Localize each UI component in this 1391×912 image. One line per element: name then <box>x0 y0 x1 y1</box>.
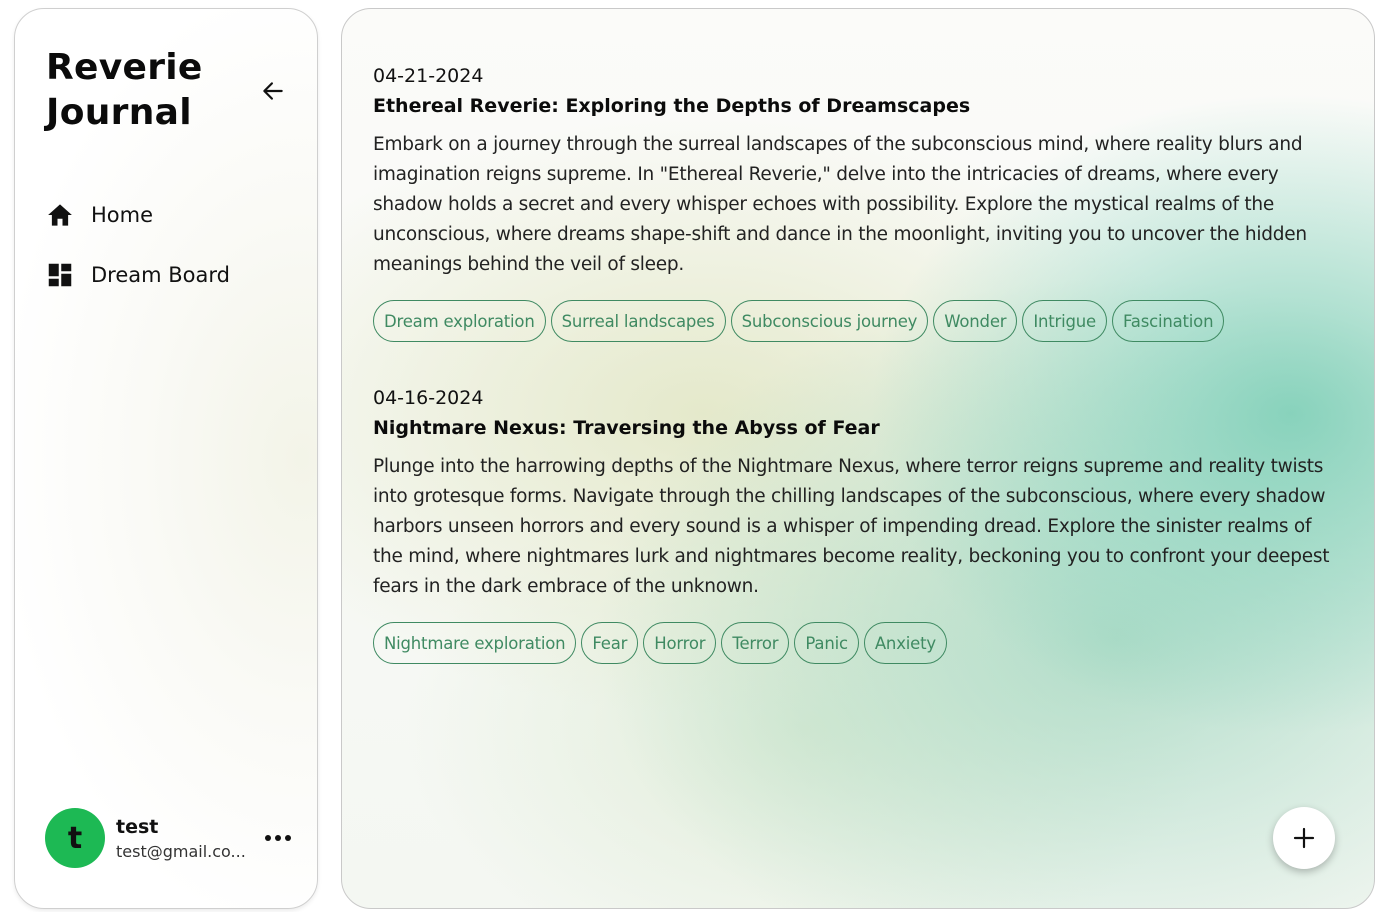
entry-date: 04-21-2024 <box>373 65 484 87</box>
tag-chip[interactable]: Wonder <box>933 300 1018 342</box>
entry-body: Plunge into the harrowing depths of the … <box>373 456 1330 597</box>
more-horizontal-icon <box>265 835 291 841</box>
tag-list: Dream exploration Surreal landscapes Sub… <box>373 300 1343 342</box>
tag-chip[interactable]: Subconscious journey <box>730 300 929 342</box>
tag-list: Nightmare exploration Fear Horror Terror… <box>373 622 1343 664</box>
tag-chip[interactable]: Anxiety <box>863 622 947 664</box>
tag-chip[interactable]: Intrigue <box>1022 300 1108 342</box>
more-options-button[interactable] <box>261 826 295 850</box>
tag-chip[interactable]: Fascination <box>1112 300 1225 342</box>
tag-chip[interactable]: Horror <box>643 622 717 664</box>
sidebar-nav: Home Dream Board <box>45 185 295 305</box>
plus-icon <box>1293 827 1315 849</box>
avatar[interactable]: t <box>45 808 105 868</box>
add-entry-button[interactable] <box>1273 807 1335 869</box>
arrow-left-icon <box>263 82 283 100</box>
journal-entry[interactable]: 04-21-2024 Ethereal Reverie: Exploring t… <box>373 62 1343 342</box>
collapse-sidebar-button[interactable] <box>255 73 291 109</box>
dashboard-icon <box>48 263 72 287</box>
entry-body: Embark on a journey through the surreal … <box>373 134 1307 275</box>
entry-title: Ethereal Reverie: Exploring the Depths o… <box>373 95 971 117</box>
tag-chip[interactable]: Terror <box>721 622 790 664</box>
tag-chip[interactable]: Dream exploration <box>373 300 546 342</box>
sidebar-item-label: Home <box>91 203 154 227</box>
tag-chip[interactable]: Nightmare exploration <box>373 622 577 664</box>
sidebar-item-dream-board[interactable]: Dream Board <box>45 245 295 305</box>
app-title: Reverie Journal <box>46 47 203 133</box>
user-name: test <box>116 815 159 838</box>
sidebar-item-home[interactable]: Home <box>45 185 295 245</box>
journal-entry[interactable]: 04-16-2024 Nightmare Nexus: Traversing t… <box>373 384 1343 664</box>
tag-chip[interactable]: Panic <box>794 622 859 664</box>
tag-chip[interactable]: Fear <box>581 622 639 664</box>
tag-chip[interactable]: Surreal landscapes <box>550 300 726 342</box>
entry-title: Nightmare Nexus: Traversing the Abyss of… <box>373 417 880 439</box>
home-icon <box>48 204 72 226</box>
entry-date: 04-16-2024 <box>373 387 484 409</box>
journal-main: 04-21-2024 Ethereal Reverie: Exploring t… <box>341 8 1375 909</box>
user-profile: t test test@gmail.co... <box>45 808 295 868</box>
user-info: test test@gmail.co... <box>116 816 256 861</box>
sidebar-item-label: Dream Board <box>91 263 230 287</box>
sidebar: Reverie Journal Home Dream Board t test <box>14 8 318 909</box>
user-email: test@gmail.co... <box>116 841 246 861</box>
